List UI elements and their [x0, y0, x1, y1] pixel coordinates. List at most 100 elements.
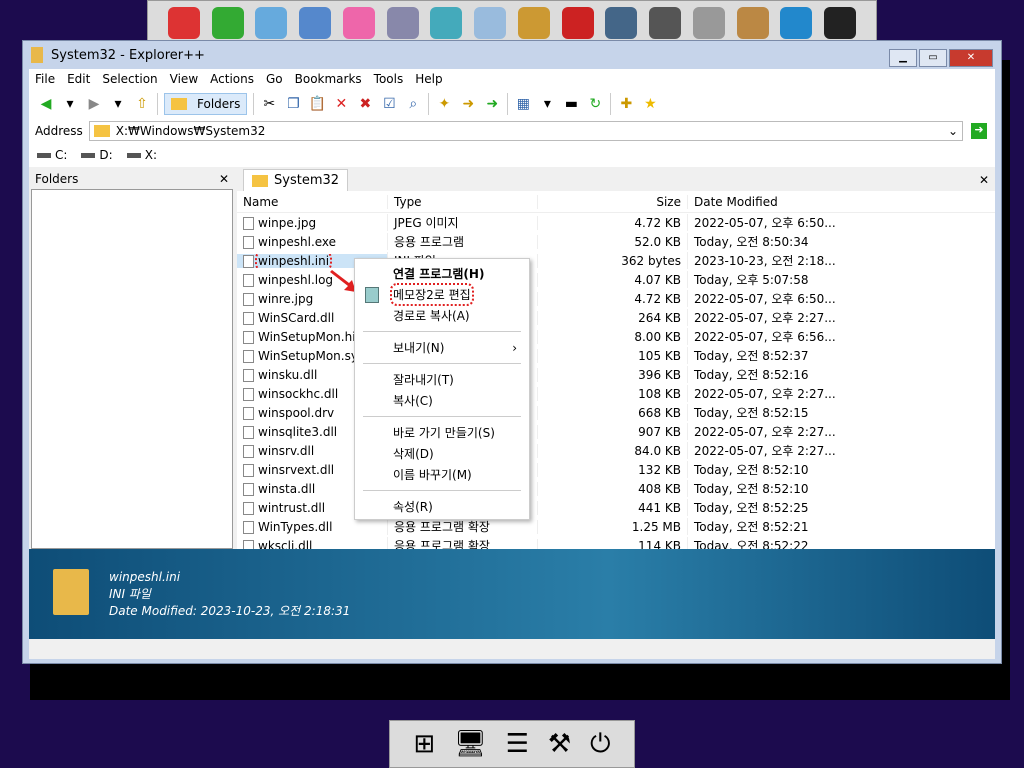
power-icon[interactable]: ⏻: [590, 729, 611, 760]
file-row[interactable]: winsrv.dll 84.0 KB 2022-05-07, 오후 2:27...: [237, 441, 995, 460]
address-input[interactable]: X:₩Windows₩System32 ⌄: [88, 121, 963, 141]
up-folder-icon[interactable]: ⇧: [133, 95, 151, 113]
minimize-button[interactable]: ▁: [889, 49, 917, 67]
back-icon[interactable]: ◀: [37, 95, 55, 113]
views-dropdown-icon[interactable]: ▾: [538, 95, 556, 113]
close-pane-icon[interactable]: ✕: [219, 172, 229, 186]
disc-box-icon[interactable]: [736, 6, 769, 39]
context-menu-item[interactable]: 보내기(N) ›: [355, 337, 529, 358]
context-menu-item[interactable]: 바로 가기 만들기(S): [355, 422, 529, 443]
context-menu-item[interactable]: 삭제(D): [355, 443, 529, 464]
chevron-down-icon[interactable]: ⌄: [948, 124, 958, 138]
floppy-icon[interactable]: [692, 6, 725, 39]
delete-permanently-icon[interactable]: ✖: [356, 95, 374, 113]
menu-view[interactable]: View: [164, 72, 204, 86]
file-name: winsrvext.dll: [258, 462, 335, 477]
column-size[interactable]: Size: [537, 194, 687, 209]
file-size: 108 KB: [537, 386, 687, 401]
folders-button[interactable]: Folders: [164, 93, 248, 115]
file-row[interactable]: WinSetupMon.hiv 8.00 KB 2022-05-07, 오후 6:5…: [237, 327, 995, 346]
context-menu-item[interactable]: 속성(R): [355, 496, 529, 517]
copy-icon[interactable]: ❐: [284, 95, 302, 113]
forward-dropdown-icon[interactable]: ▾: [109, 95, 127, 113]
add-user-icon[interactable]: [824, 6, 857, 39]
close-tab-icon[interactable]: ✕: [979, 173, 989, 187]
menu-bookmarks[interactable]: Bookmarks: [289, 72, 368, 86]
context-menu-item[interactable]: 경로로 복사(A): [355, 305, 529, 326]
go-icon[interactable]: ➜: [971, 123, 987, 139]
context-menu-item[interactable]: 복사(C): [355, 390, 529, 411]
drive-icon[interactable]: [649, 6, 682, 39]
drive-x[interactable]: X:: [126, 148, 157, 162]
pipe-icon[interactable]: [474, 6, 507, 39]
file-row[interactable]: winsockhc.dll 108 KB 2022-05-07, 오후 2:27..…: [237, 384, 995, 403]
nt-password-icon[interactable]: [561, 6, 594, 39]
views-icon[interactable]: ▦: [514, 95, 532, 113]
menu-tools[interactable]: Tools: [368, 72, 410, 86]
file-row[interactable]: WinSetupMon.sys 105 KB Today, 오전 8:52:37: [237, 346, 995, 365]
file-icon: [243, 482, 254, 496]
maximize-button[interactable]: ▭: [919, 49, 947, 67]
properties-icon[interactable]: ☑: [380, 95, 398, 113]
column-name[interactable]: Name: [237, 195, 387, 209]
file-row[interactable]: WinSCard.dll 264 KB 2022-05-07, 오후 2:27...: [237, 308, 995, 327]
windows-logo-icon[interactable]: ⊞: [413, 729, 435, 759]
copy-to-icon[interactable]: ➜: [459, 95, 477, 113]
folder-icon: [53, 569, 89, 615]
forward-icon[interactable]: ▶: [85, 95, 103, 113]
context-menu-item[interactable]: 잘라내기(T): [355, 369, 529, 390]
search-files-icon[interactable]: ⌕: [404, 95, 422, 113]
file-row[interactable]: winsrvext.dll 132 KB Today, 오전 8:52:10: [237, 460, 995, 479]
network-icon[interactable]: [386, 6, 419, 39]
file-row[interactable]: winpeshl.exe 응용 프로그램 52.0 KB Today, 오전 8:50…: [237, 232, 995, 251]
file-row[interactable]: winsqlite3.dll 907 KB 2022-05-07, 오후 2:27.…: [237, 422, 995, 441]
move-to-icon[interactable]: ➜: [483, 95, 501, 113]
column-type[interactable]: Type: [387, 194, 537, 209]
menu-file[interactable]: File: [29, 72, 61, 86]
windows-icon[interactable]: [342, 6, 375, 39]
computer-icon[interactable]: 🖥: [454, 729, 487, 759]
task-list-icon[interactable]: ☰: [506, 729, 529, 759]
add-bookmark-icon[interactable]: ✚: [617, 95, 635, 113]
file-row[interactable]: winpeshl.iniINI 파일362 bytes2023-10-23, 오…: [237, 251, 995, 270]
search-icon[interactable]: [255, 6, 288, 39]
file-row[interactable]: WinTypes.dll 응용 프로그램 확장 1.25 MB Today, 오전 8…: [237, 517, 995, 536]
book-icon[interactable]: [430, 6, 463, 39]
file-row[interactable]: winspool.drv 668 KB Today, 오전 8:52:15: [237, 403, 995, 422]
menu-edit[interactable]: Edit: [61, 72, 96, 86]
back-dropdown-icon[interactable]: ▾: [61, 95, 79, 113]
command-prompt-icon[interactable]: ▬: [562, 95, 580, 113]
close-button[interactable]: ✕: [949, 49, 993, 67]
drive-d[interactable]: D:: [81, 148, 113, 162]
hammer-icon[interactable]: ⚒: [548, 729, 571, 759]
tiles-icon[interactable]: [299, 6, 332, 39]
gears-icon[interactable]: [780, 6, 813, 39]
delete-icon[interactable]: ✕: [332, 95, 350, 113]
menu-selection[interactable]: Selection: [96, 72, 163, 86]
folder-tree[interactable]: [31, 189, 233, 549]
file-row[interactable]: winpe.jpg JPEG 이미지 4.72 KB 2022-05-07, 오후 6…: [237, 213, 995, 232]
paste-icon[interactable]: 📋: [308, 95, 326, 113]
menu-help[interactable]: Help: [409, 72, 448, 86]
file-icon: [243, 425, 254, 439]
fs-icon[interactable]: [211, 6, 244, 39]
column-date-modified[interactable]: Date Modified: [687, 194, 837, 209]
cut-icon[interactable]: ✂: [260, 95, 278, 113]
context-menu-item[interactable]: 연결 프로그램(H): [355, 263, 529, 284]
refresh-icon[interactable]: ↻: [586, 95, 604, 113]
file-row[interactable]: winsta.dll 408 KB Today, 오전 8:52:10: [237, 479, 995, 498]
partition-icon[interactable]: [167, 6, 200, 39]
context-menu-item[interactable]: 메모장2로 편집: [355, 283, 529, 306]
menu-go[interactable]: Go: [260, 72, 289, 86]
drive-icon: [37, 152, 51, 158]
file-row[interactable]: wintrust.dll 441 KB Today, 오전 8:52:25: [237, 498, 995, 517]
context-menu-item[interactable]: 이름 바꾸기(M): [355, 464, 529, 485]
menu-actions[interactable]: Actions: [204, 72, 260, 86]
file-row[interactable]: winsku.dll 396 KB Today, 오전 8:52:16: [237, 365, 995, 384]
user-icon[interactable]: [605, 6, 638, 39]
tab-system32[interactable]: System32: [243, 169, 349, 191]
keys-icon[interactable]: [517, 6, 550, 39]
drive-c[interactable]: C:: [37, 148, 67, 162]
bookmarks-icon[interactable]: ★: [641, 95, 659, 113]
new-folder-icon[interactable]: ✦: [435, 95, 453, 113]
